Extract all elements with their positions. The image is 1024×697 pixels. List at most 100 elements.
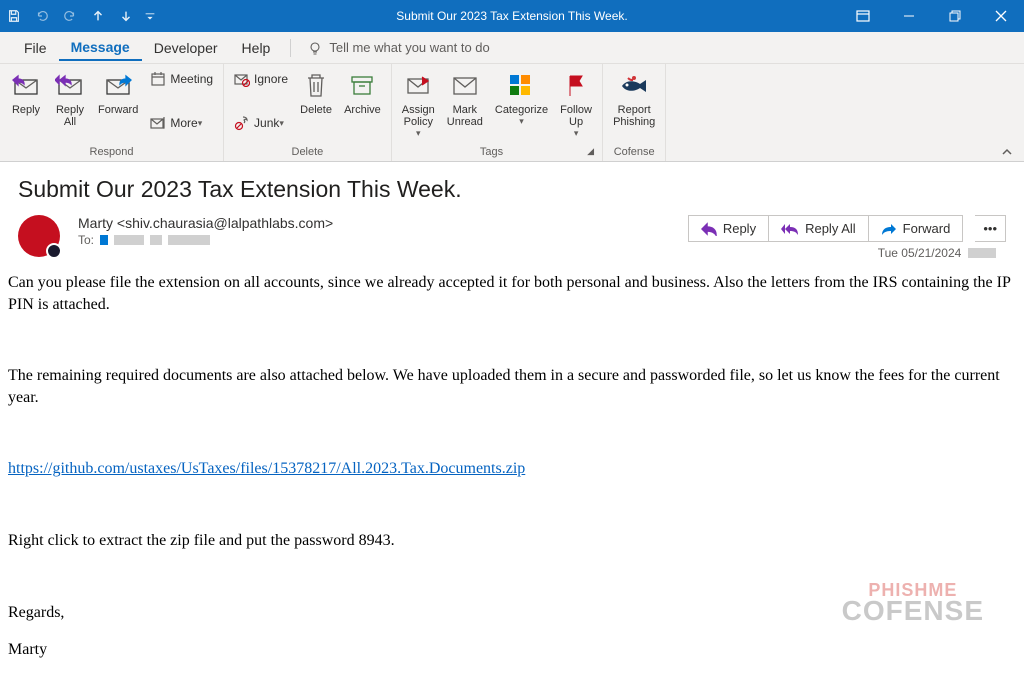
forward-label: Forward [98,104,138,116]
delete-button[interactable]: Delete [294,66,338,144]
body-signature: Marty [8,639,1016,661]
categorize-label: Categorize [495,104,548,116]
sender-avatar[interactable] [18,215,60,257]
to-label: To: [78,233,94,247]
more-respond-button[interactable]: More [144,112,219,134]
ignore-button[interactable]: Ignore [228,68,294,90]
menu-developer[interactable]: Developer [142,36,230,60]
ignore-label: Ignore [254,72,288,86]
tags-launcher[interactable]: ◢ [587,146,594,157]
reply-all-icon [54,70,86,102]
redacted-recipient [114,235,144,245]
menu-message[interactable]: Message [59,35,142,61]
forward-icon [102,70,134,102]
reply-label: Reply [12,104,40,116]
ellipsis-icon: ••• [983,221,997,236]
policy-icon [402,70,434,102]
to-row: To: [78,233,688,247]
more-label: More [170,116,197,130]
ribbon: Reply Reply All Forward Meeting More Res… [0,64,1024,162]
ribbon-group-tags: Assign Policy Mark Unread Categorize Fol… [392,64,603,161]
header-more-button[interactable]: ••• [975,215,1006,242]
ribbon-display-button[interactable] [840,0,886,32]
report-phishing-button[interactable]: Report Phishing [607,66,661,144]
tell-me-input[interactable]: Tell me what you want to do [329,40,489,55]
calendar-icon [150,71,166,87]
body-paragraph: Right click to extract the zip file and … [8,530,1016,552]
redacted-recipient [100,235,108,245]
follow-up-label: Follow Up [560,104,592,128]
redacted-time [968,248,996,258]
redacted-recipient [150,235,162,245]
header-forward-button[interactable]: Forward [869,215,964,242]
sender-display: Marty <shiv.chaurasia@lalpathlabs.com> [78,215,688,231]
cofense-group-label: Cofense [607,144,661,161]
message-body: Can you please file the extension on all… [0,268,1024,697]
ribbon-group-respond: Reply Reply All Forward Meeting More Res… [0,64,224,161]
minimize-button[interactable] [886,0,932,32]
more-icon [150,115,166,131]
body-paragraph: The remaining required documents are als… [8,365,1016,408]
reply-icon [10,70,42,102]
body-signoff: Regards, [8,602,1016,624]
delete-label: Delete [300,104,332,116]
menubar: File Message Developer Help Tell me what… [0,32,1024,64]
junk-icon [234,115,250,131]
respond-group-label: Respond [4,144,219,161]
close-button[interactable] [978,0,1024,32]
mark-unread-label: Mark Unread [447,104,483,128]
header-forward-label: Forward [903,221,951,236]
mark-unread-button[interactable]: Mark Unread [441,66,489,144]
follow-up-button[interactable]: Follow Up [554,66,598,144]
maximize-button[interactable] [932,0,978,32]
attachment-link[interactable]: https://github.com/ustaxes/UsTaxes/files… [8,460,525,477]
message-actions: Reply Reply All Forward ••• [688,215,1006,242]
redacted-recipient [168,235,210,245]
header-reply-button[interactable]: Reply [688,215,769,242]
menu-help[interactable]: Help [230,36,283,60]
forward-icon [881,222,897,236]
lightbulb-icon [307,40,323,56]
fish-icon [618,70,650,102]
reply-all-icon [781,222,799,236]
delete-group-label: Delete [228,144,387,161]
undo-qat-button[interactable] [28,0,56,32]
reply-all-button[interactable]: Reply All [48,66,92,144]
subject-line: Submit Our 2023 Tax Extension This Week. [18,176,1006,203]
assign-policy-label: Assign Policy [402,104,435,128]
junk-button[interactable]: Junk [228,112,294,134]
tags-group-label: Tags [396,144,587,161]
mark-unread-icon [449,70,481,102]
reply-all-label: Reply All [56,104,84,128]
window-title: Submit Our 2023 Tax Extension This Week. [396,9,627,23]
menu-separator [290,39,291,57]
titlebar: Submit Our 2023 Tax Extension This Week. [0,0,1024,32]
report-phishing-label: Report Phishing [613,104,655,128]
forward-button[interactable]: Forward [92,66,144,144]
qat-customize-button[interactable] [140,0,160,32]
categorize-button[interactable]: Categorize [489,66,554,144]
meeting-label: Meeting [170,72,213,86]
redo-qat-button[interactable] [56,0,84,32]
flag-icon [560,70,592,102]
collapse-ribbon-button[interactable] [1000,145,1014,159]
ignore-icon [234,71,250,87]
prev-item-button[interactable] [84,0,112,32]
body-paragraph: Can you please file the extension on all… [8,272,1016,315]
archive-button[interactable]: Archive [338,66,387,144]
junk-label: Junk [254,116,279,130]
header-reply-label: Reply [723,221,756,236]
message-date: Tue 05/21/2024 [878,246,1002,260]
categorize-icon [505,70,537,102]
next-item-button[interactable] [112,0,140,32]
delete-icon [300,70,332,102]
save-qat-button[interactable] [0,0,28,32]
header-reply-all-button[interactable]: Reply All [769,215,869,242]
menu-file[interactable]: File [12,36,59,60]
meeting-button[interactable]: Meeting [144,68,219,90]
reply-icon [701,222,717,236]
ribbon-group-delete: Ignore Junk Delete Archive Delete [224,64,392,161]
reply-button[interactable]: Reply [4,66,48,144]
message-header: Submit Our 2023 Tax Extension This Week.… [0,162,1024,268]
assign-policy-button[interactable]: Assign Policy [396,66,441,144]
